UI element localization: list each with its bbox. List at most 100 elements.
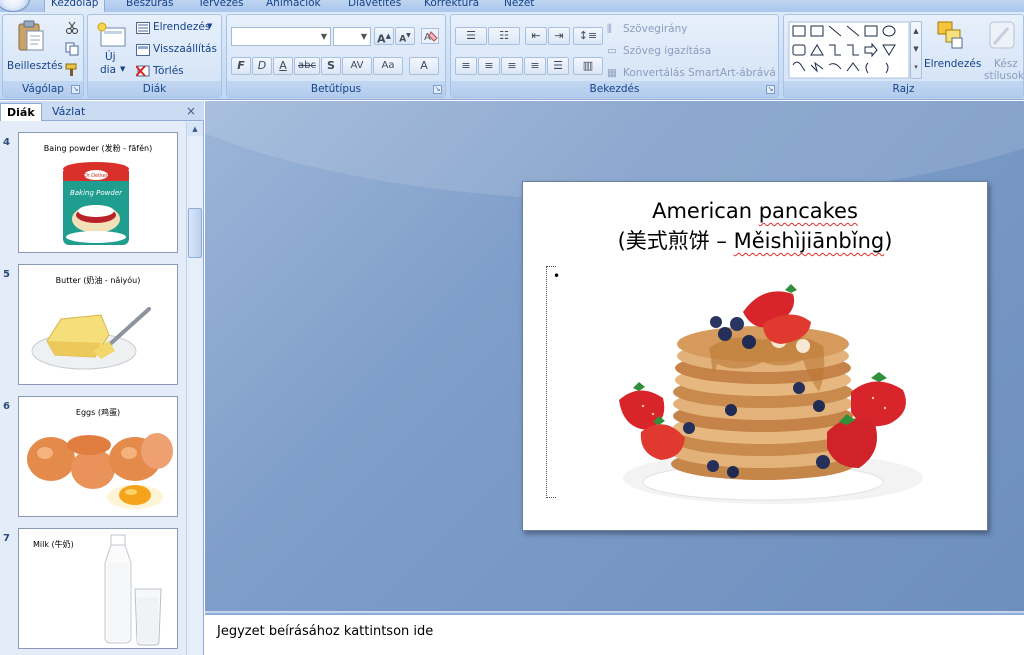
convert-smartart-button[interactable]: Konvertálás SmartArt-ábrává (623, 67, 776, 79)
slide-title[interactable]: American pancakes (美式煎饼 – Měishìjiānbǐng… (523, 196, 987, 256)
subtitle-pinyin-misspelled: Měishìjiānbǐng (733, 229, 885, 253)
arrange-button[interactable]: Elrendezés (924, 18, 981, 80)
clipboard-launcher[interactable]: ↘ (71, 85, 80, 94)
bold-button[interactable]: F (231, 57, 251, 75)
underline-button[interactable]: A (273, 57, 293, 75)
shrink-font-button[interactable]: A▼ (395, 27, 415, 45)
reset-button[interactable]: Visszaállítás (153, 43, 217, 55)
shapes-scroll-button[interactable]: ▲ ▼ ▾ (910, 21, 922, 79)
columns-button[interactable]: ▥ (573, 57, 603, 75)
notes-pane[interactable]: Jegyzet beírásához kattintson ide (205, 613, 1024, 655)
paragraph-launcher[interactable]: ↘ (766, 85, 775, 94)
align-right-button[interactable]: ≡ (501, 57, 523, 75)
slide-thumbnail-6[interactable]: Eggs (鸡蛋) (18, 396, 178, 517)
decrease-indent-button[interactable]: ⇤ (525, 27, 547, 45)
title-text: American (652, 199, 759, 223)
layout-icon (136, 22, 150, 34)
ribbon-tab-bar: Kezdőlap Beszúrás Tervezés Animációk Dia… (0, 0, 1024, 12)
slide-thumbnail-7[interactable]: Milk (牛奶) (18, 528, 178, 649)
justify-icon: ≡ (530, 59, 540, 72)
slide-editing-area: American pancakes (美式煎饼 – Měishìjiānbǐng… (205, 101, 1024, 611)
align-text-button[interactable]: Szöveg igazítása (623, 45, 711, 57)
text-direction-icon: ⫼ (607, 23, 612, 35)
arrange-icon (937, 21, 963, 49)
new-slide-button[interactable]: Új dia ▼ (91, 18, 131, 80)
shapes-gallery[interactable] (788, 21, 910, 79)
justify-button[interactable]: ≡ (524, 57, 546, 75)
slide-thumbnail-5[interactable]: Butter (奶油 - nǎiyóu) (18, 264, 178, 385)
panel-tabs: Diák Vázlat × (0, 101, 204, 121)
distributed-button[interactable]: ☰ (547, 57, 569, 75)
scrollbar-thumb[interactable] (188, 208, 202, 258)
align-text-icon: ▭ (607, 45, 617, 57)
pancakes-image (619, 284, 923, 504)
format-painter-icon[interactable] (65, 63, 79, 77)
tab-animations[interactable]: Animációk (260, 0, 327, 12)
slide-thumbnail-4[interactable]: Baing powder (发粉 - fāfěn) Dr.Oetker Baki… (18, 132, 178, 253)
content-placeholder[interactable] (546, 266, 556, 498)
cut-icon[interactable] (65, 21, 79, 35)
quick-styles-button[interactable]: Kész stílusok (980, 18, 1024, 82)
drawing-group-label: Rajz (784, 81, 1023, 97)
subtitle-text: (美式煎饼 – (617, 229, 734, 253)
layout-dropdown-icon: ▼ (207, 22, 213, 30)
scroll-up-icon[interactable]: ▲ (187, 122, 203, 136)
align-right-icon: ≡ (507, 59, 517, 72)
new-slide-label-2: dia (100, 64, 117, 76)
quick-styles-label-1: Kész (994, 58, 1018, 70)
grow-font-button[interactable]: A▲ (374, 27, 394, 46)
tab-outline-panel[interactable]: Vázlat (46, 103, 91, 121)
delete-slide-button[interactable]: Törlés (153, 65, 184, 77)
subtitle-text-end: ) (884, 229, 893, 253)
office-button[interactable] (0, 0, 30, 12)
line-spacing-icon: ↕≡ (578, 29, 598, 42)
bullets-button[interactable]: ☰ (455, 27, 487, 45)
outdent-icon: ⇤ (531, 29, 541, 42)
clear-formatting-icon[interactable]: A (421, 28, 439, 44)
paste-icon (18, 20, 44, 51)
font-name-combo[interactable]: ▼ (231, 27, 331, 46)
columns-icon: ▥ (582, 59, 594, 72)
chevron-down-icon: ▼ (360, 32, 368, 41)
shadow-button[interactable]: S (321, 57, 341, 75)
font-launcher[interactable]: ↘ (433, 85, 442, 94)
thumbnail-title: Eggs (鸡蛋) (75, 408, 121, 417)
can-label: Baking Powder (70, 189, 123, 197)
quick-styles-icon (989, 21, 1015, 49)
font-group-label: Betűtípus (227, 81, 445, 97)
tab-home[interactable]: Kezdőlap (44, 0, 106, 12)
current-slide[interactable]: American pancakes (美式煎饼 – Měishìjiānbǐng… (522, 181, 988, 531)
tab-review[interactable]: Korrektúra (418, 0, 485, 12)
tab-insert[interactable]: Beszúrás (120, 0, 180, 12)
numbering-button[interactable]: ☷ (488, 27, 520, 45)
close-icon[interactable]: × (186, 104, 196, 118)
paste-button[interactable]: Beillesztés (5, 18, 63, 76)
new-slide-icon (97, 22, 126, 47)
slide-number: 5 (3, 269, 10, 280)
line-spacing-button[interactable]: ↕≡ (573, 27, 603, 45)
tab-slideshow[interactable]: Diavetítés (342, 0, 407, 12)
align-center-button[interactable]: ≡ (478, 57, 500, 75)
copy-icon[interactable] (65, 42, 79, 56)
change-case-button[interactable]: Aa (373, 57, 403, 75)
new-slide-dropdown-icon: ▼ (120, 65, 126, 73)
align-left-button[interactable]: ≡ (455, 57, 477, 75)
drawing-group: ▲ ▼ ▾ Elrendezés Kész stílusok Rajz (783, 14, 1024, 98)
text-direction-button[interactable]: Szövegirány (623, 23, 687, 35)
strikethrough-button[interactable]: abc (294, 57, 320, 75)
tab-view[interactable]: Nézet (498, 0, 540, 12)
font-color-button[interactable]: A (409, 57, 439, 75)
tab-slides-panel[interactable]: Diák (0, 103, 42, 121)
new-slide-label-1: Új (105, 51, 116, 63)
baking-powder-image: Dr.Oetker Baking Powder (63, 162, 129, 245)
character-spacing-button[interactable]: AV (342, 57, 372, 75)
numbered-list-icon: ☷ (499, 29, 509, 42)
italic-button[interactable]: D (252, 57, 272, 75)
thumbnail-scrollbar[interactable]: ▲ (186, 122, 203, 655)
layout-button[interactable]: Elrendezés (153, 21, 210, 33)
tab-design[interactable]: Tervezés (192, 0, 250, 12)
paste-label: Beillesztés (7, 60, 63, 72)
font-size-combo[interactable]: ▼ (333, 27, 371, 46)
paragraph-group-label: Bekezdés (451, 81, 778, 97)
increase-indent-button[interactable]: ⇥ (548, 27, 570, 45)
